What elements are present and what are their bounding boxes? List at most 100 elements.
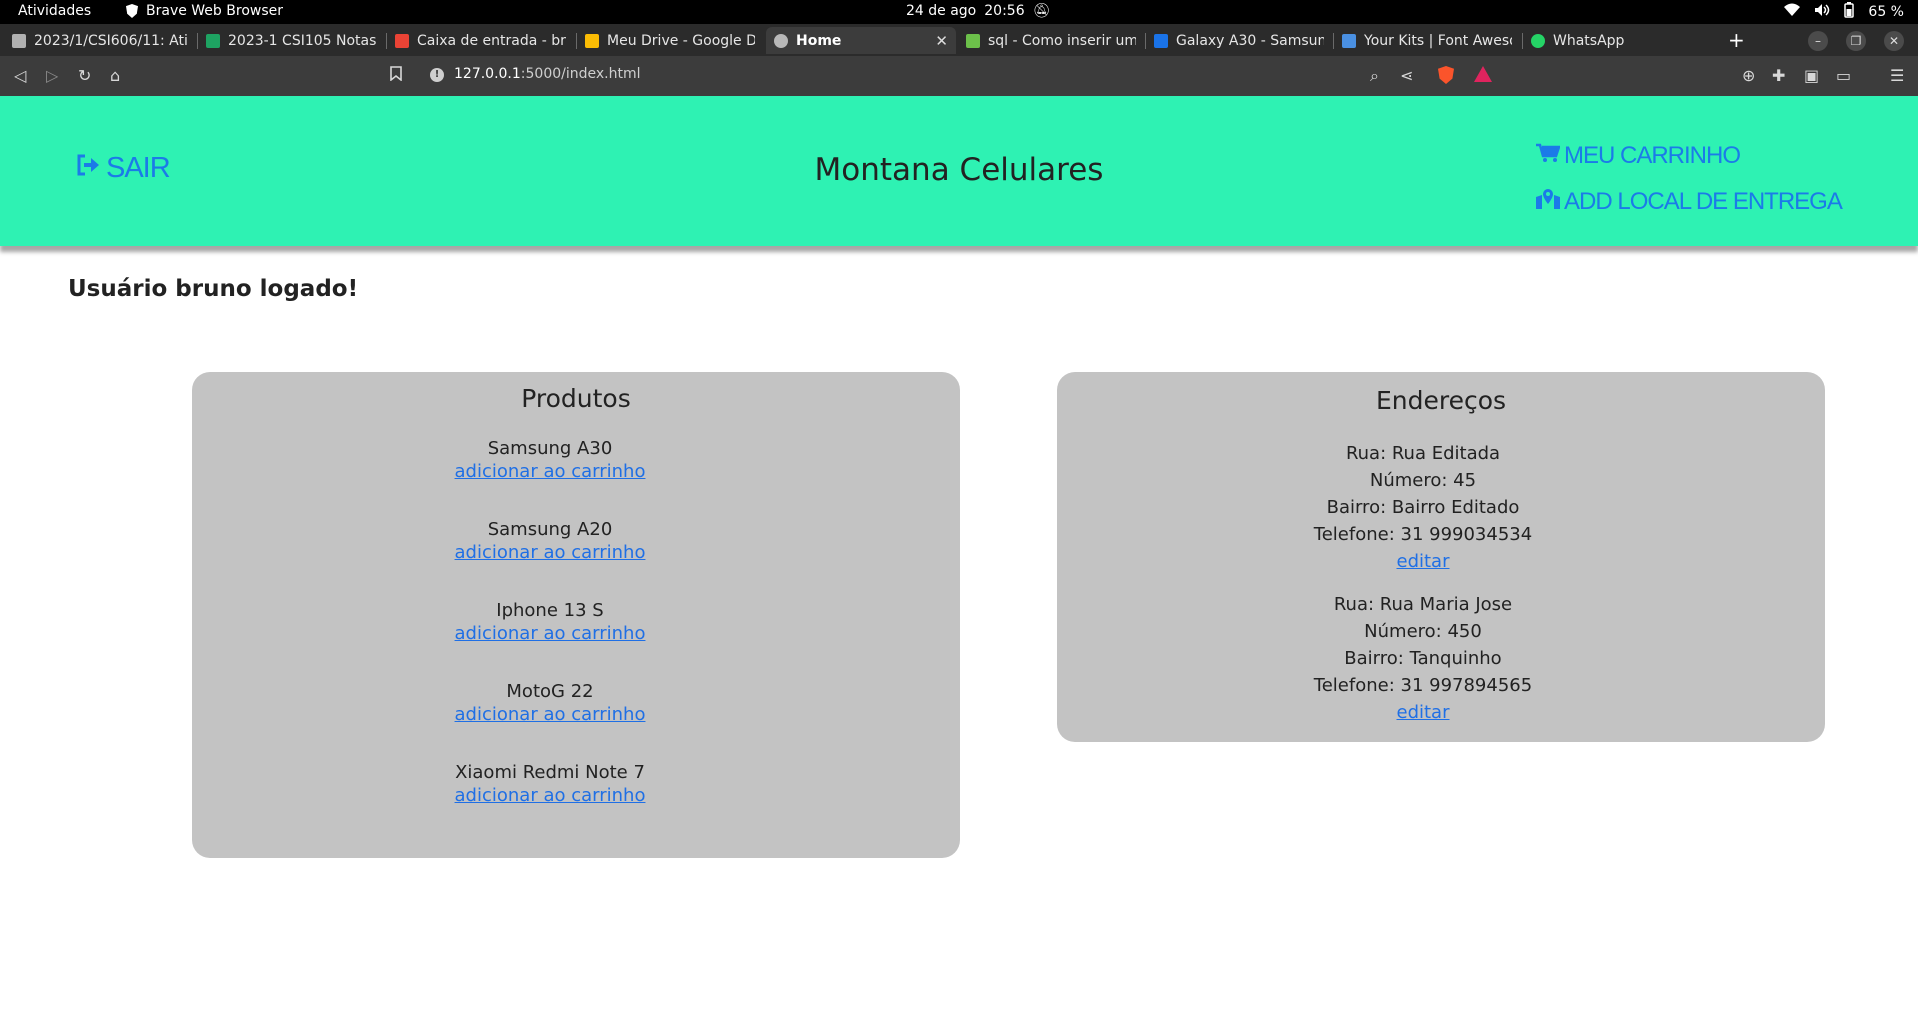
app-name: Brave Web Browser xyxy=(146,3,283,19)
address-street: Rua: Rua Editada xyxy=(1345,443,1501,464)
add-to-cart-link[interactable]: adicionar ao carrinho xyxy=(400,461,700,482)
status-area[interactable]: 65 % xyxy=(1784,2,1904,22)
url-host: 127.0.0.1 xyxy=(454,66,521,82)
new-tab-button[interactable]: + xyxy=(1728,28,1745,52)
tab[interactable]: Meu Drive - Google Dri xyxy=(577,27,763,54)
tab-title: 2023-1 CSI105 Notas e xyxy=(228,32,376,49)
close-window-button[interactable]: ✕ xyxy=(1884,31,1904,51)
address-neighborhood: Bairro: Tanquinho xyxy=(1344,648,1502,669)
address-phone: Telefone: 31 999034534 xyxy=(1313,524,1533,545)
product-item: Xiaomi Redmi Note 7 adicionar ao carrinh… xyxy=(400,762,700,843)
tab-favicon-icon xyxy=(12,33,26,48)
browser-toolbar: ◁ ▷ ↻ ⌂ ! 127.0.0.1:5000/index.html ⌕ ⋖ … xyxy=(0,56,1918,96)
add-to-cart-link[interactable]: adicionar ao carrinho xyxy=(400,704,700,725)
restore-button[interactable]: ❐ xyxy=(1846,31,1866,51)
product-name: Samsung A30 xyxy=(487,438,613,459)
tab-title: Home xyxy=(796,32,842,49)
url-path: :5000/index.html xyxy=(520,66,641,82)
bookmark-icon[interactable] xyxy=(390,66,402,85)
product-item: Iphone 13 S adicionar ao carrinho xyxy=(400,600,700,681)
globe-icon xyxy=(774,33,788,48)
address-street: Rua: Rua Maria Jose xyxy=(1333,594,1513,615)
add-to-cart-link[interactable]: adicionar ao carrinho xyxy=(400,623,700,644)
address-number: Número: 450 xyxy=(1364,621,1482,642)
tab-title: Galaxy A30 - Samsung xyxy=(1176,32,1324,49)
product-name: Samsung A20 xyxy=(487,519,613,540)
tab-home-active[interactable]: Home ✕ xyxy=(766,27,956,54)
edit-address-link[interactable]: editar xyxy=(1273,548,1573,575)
tab-title: WhatsApp xyxy=(1553,32,1625,49)
add-icon[interactable]: ⊕ xyxy=(1742,66,1755,85)
product-item: Samsung A30 adicionar ao carrinho xyxy=(400,438,700,519)
product-item: Samsung A20 adicionar ao carrinho xyxy=(400,519,700,600)
share-icon[interactable]: ⋖ xyxy=(1400,66,1413,85)
tab-strip: 2023/1/CSI606/11: Ativ 2023-1 CSI105 Not… xyxy=(0,24,1918,56)
tab-title: 2023/1/CSI606/11: Ativ xyxy=(34,32,188,49)
cart-label: MEU CARRINHO xyxy=(1564,142,1741,169)
tab-title: sql - Como inserir uma xyxy=(988,32,1136,49)
wallet-icon[interactable]: ▭ xyxy=(1836,66,1851,85)
zoom-icon[interactable]: ⌕ xyxy=(1370,66,1379,86)
tab[interactable]: WhatsApp xyxy=(1523,27,1709,54)
brave-icon xyxy=(126,4,138,18)
products-list: Samsung A30 adicionar ao carrinho Samsun… xyxy=(400,438,700,843)
products-panel: Produtos Samsung A30 adicionar ao carrin… xyxy=(192,372,960,858)
address-item: Rua: Rua Maria Jose Número: 450 Bairro: … xyxy=(1273,591,1573,726)
volume-icon xyxy=(1814,3,1830,21)
reload-icon[interactable]: ↻ xyxy=(78,66,91,85)
battery-percent: 65 % xyxy=(1868,4,1904,20)
welcome-message: Usuário bruno logado! xyxy=(68,276,359,302)
addresses-list: Rua: Rua Editada Número: 45 Bairro: Bair… xyxy=(1273,440,1573,742)
back-icon[interactable]: ◁ xyxy=(14,66,26,85)
home-icon[interactable]: ⌂ xyxy=(110,66,120,85)
brave-rewards-icon[interactable] xyxy=(1474,66,1492,86)
tab-title: Your Kits | Font Aweso xyxy=(1364,32,1512,49)
add-delivery-location-link[interactable]: ADD LOCAL DE ENTREGA xyxy=(1536,188,1843,216)
minimize-button[interactable]: – xyxy=(1808,31,1828,51)
tab-favicon-icon xyxy=(206,33,220,48)
tab[interactable]: Galaxy A30 - Samsung xyxy=(1146,27,1332,54)
addresses-title: Endereços xyxy=(1375,386,1507,415)
tab[interactable]: 2023/1/CSI606/11: Ativ xyxy=(4,27,196,54)
map-location-icon xyxy=(1536,188,1560,216)
activities-button[interactable]: Atividades xyxy=(18,3,91,19)
time-label: 20:56 xyxy=(984,3,1025,19)
app-menu[interactable]: Brave Web Browser xyxy=(126,3,283,19)
system-top-bar: Atividades Brave Web Browser 24 de ago 2… xyxy=(0,0,1918,24)
forward-icon[interactable]: ▷ xyxy=(46,66,58,85)
address-item: Rua: Rua Editada Número: 45 Bairro: Bair… xyxy=(1273,440,1573,575)
close-tab-icon[interactable]: ✕ xyxy=(935,32,948,50)
stackoverflow-icon xyxy=(966,33,980,48)
battery-icon xyxy=(1844,2,1855,22)
google-drive-icon xyxy=(585,33,599,48)
product-name: MotoG 22 xyxy=(506,681,594,702)
edit-address-link[interactable]: editar xyxy=(1273,699,1573,726)
bell-muted-icon: 🔕︎ xyxy=(1032,3,1051,19)
product-name: Xiaomi Redmi Note 7 xyxy=(455,762,645,783)
tab-title: Meu Drive - Google Dri xyxy=(607,32,755,49)
date-label: 24 de ago xyxy=(906,3,977,19)
tab[interactable]: 2023-1 CSI105 Notas e xyxy=(198,27,384,54)
product-item: MotoG 22 adicionar ao carrinho xyxy=(400,681,700,762)
add-to-cart-link[interactable]: adicionar ao carrinho xyxy=(400,785,700,806)
tab[interactable]: Caixa de entrada - brur xyxy=(387,27,575,54)
extensions-icon[interactable]: ✚ xyxy=(1772,66,1785,85)
brave-shields-icon[interactable] xyxy=(1438,66,1454,88)
tab[interactable]: Your Kits | Font Aweso xyxy=(1334,27,1520,54)
menu-icon[interactable]: ☰ xyxy=(1890,66,1904,85)
cart-link[interactable]: MEU CARRINHO xyxy=(1536,142,1741,170)
wifi-icon xyxy=(1784,3,1801,21)
add-to-cart-link[interactable]: adicionar ao carrinho xyxy=(400,542,700,563)
tab[interactable]: sql - Como inserir uma xyxy=(958,27,1144,54)
shopping-cart-icon xyxy=(1536,142,1561,170)
gmail-icon xyxy=(395,33,409,48)
add-location-label: ADD LOCAL DE ENTREGA xyxy=(1564,188,1843,215)
clock[interactable]: 24 de ago 20:56 🔕︎ xyxy=(906,3,1050,19)
products-title: Produtos xyxy=(521,384,631,413)
whatsapp-icon xyxy=(1531,33,1545,48)
site-header: SAIR Montana Celulares MEU CARRINHO ADD … xyxy=(0,96,1918,246)
address-phone: Telefone: 31 997894565 xyxy=(1313,675,1533,696)
site-info-icon[interactable]: ! xyxy=(430,68,444,82)
url-field[interactable]: 127.0.0.1:5000/index.html xyxy=(454,66,641,82)
sidebar-icon[interactable]: ▣ xyxy=(1804,66,1819,85)
